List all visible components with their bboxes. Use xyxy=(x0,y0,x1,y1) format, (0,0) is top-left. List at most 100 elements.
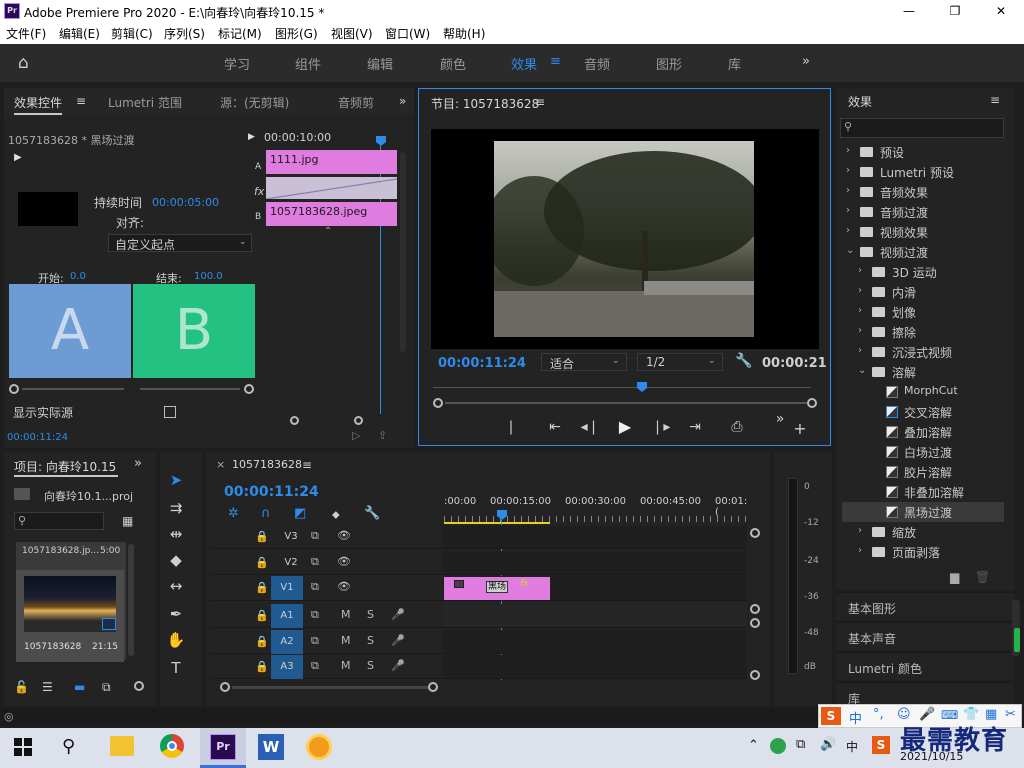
effects-tree-item[interactable]: › 音频效果 xyxy=(842,182,1004,202)
sync-lock-icon[interactable]: ⧉ xyxy=(311,529,319,543)
sync-lock-icon[interactable]: ⧉ xyxy=(311,580,319,594)
ec-scroll-handle-right[interactable] xyxy=(354,416,363,425)
chevron-right-icon[interactable]: › xyxy=(846,165,850,176)
chevron-right-icon[interactable]: › xyxy=(858,265,862,276)
chevron-down-icon[interactable]: ⌄ xyxy=(858,365,866,376)
windows-start-icon[interactable] xyxy=(14,738,32,756)
chevron-right-icon[interactable]: › xyxy=(846,225,850,236)
razor-tool-icon[interactable]: ◆ xyxy=(164,548,188,572)
program-current-time[interactable]: 00:00:11:24 xyxy=(438,356,526,371)
timeline-vscroll-handle-mid[interactable] xyxy=(750,604,760,614)
track-name[interactable]: V2 xyxy=(271,551,311,575)
microphone-icon[interactable]: 🎤 xyxy=(391,608,405,621)
solo-button[interactable]: S xyxy=(367,608,374,621)
mute-button[interactable]: M xyxy=(341,608,351,621)
effects-tree-item[interactable]: › 缩放 xyxy=(842,522,1004,542)
sync-lock-icon[interactable]: ⧉ xyxy=(311,555,319,569)
track-name[interactable]: A2 xyxy=(271,630,303,654)
timeline-vscroll-handle-top[interactable] xyxy=(750,528,760,538)
close-tab-icon[interactable]: × xyxy=(216,458,225,471)
effects-tree-item[interactable]: › 页面剥落 xyxy=(842,542,1004,562)
play-transition-icon[interactable]: ▶ xyxy=(14,152,22,163)
eye-icon[interactable]: 👁 xyxy=(337,529,351,542)
effects-tree-item[interactable]: 叠加溶解 xyxy=(842,422,1004,442)
new-bin-icon[interactable]: ▆ xyxy=(950,570,959,584)
workspace-color[interactable]: 颜色 xyxy=(440,54,466,73)
taskbar-search-icon[interactable]: ⚲ xyxy=(62,736,75,757)
lock-icon[interactable]: 🔓 xyxy=(14,680,29,694)
effects-menu-icon[interactable]: ≡ xyxy=(990,93,1000,107)
play-audio-icon[interactable]: ▷ xyxy=(352,429,360,442)
magnet-icon[interactable]: ∩ xyxy=(261,506,271,521)
marker-icon[interactable]: ⬥ xyxy=(332,508,340,522)
slip-tool-icon[interactable]: ↔ xyxy=(164,574,188,598)
sogou-icon[interactable]: S xyxy=(821,707,841,725)
freeform-view-icon[interactable]: ⧉ xyxy=(102,680,111,695)
show-actual-checkbox[interactable] xyxy=(164,406,176,418)
chevron-right-icon[interactable]: › xyxy=(858,285,862,296)
timeline-clip-v1[interactable]: 黑场 fx xyxy=(444,577,550,600)
track-content-area[interactable] xyxy=(443,525,747,548)
tab-effect-controls-menu-icon[interactable]: ≡ xyxy=(76,94,86,108)
list-view-icon[interactable]: ☰ xyxy=(42,680,53,694)
program-ruler[interactable] xyxy=(433,387,811,388)
effects-tree-item[interactable]: 白场过渡 xyxy=(842,442,1004,462)
tray-chevron-icon[interactable]: ⌃ xyxy=(748,738,759,753)
tray-sogou-icon[interactable]: S xyxy=(872,736,890,754)
close-button[interactable]: ✕ xyxy=(978,0,1024,22)
go-to-in-icon[interactable]: ⇤ xyxy=(544,415,566,439)
tray-ime[interactable]: 中 xyxy=(846,738,858,755)
workspace-graphics[interactable]: 图形 xyxy=(656,54,682,73)
workspace-effects[interactable]: 效果 xyxy=(511,54,537,73)
tab-source[interactable]: 源：(无剪辑) xyxy=(220,94,289,111)
menu-view[interactable]: 视图(V) xyxy=(331,25,373,42)
tray-network-icon[interactable]: ⧉ xyxy=(796,737,805,752)
icon-view-icon[interactable]: ▬ xyxy=(74,680,85,694)
program-playhead-icon[interactable] xyxy=(637,382,647,392)
ime-punct-icon[interactable]: °, xyxy=(873,707,884,722)
effects-tree-item[interactable]: › 沉浸式视频 xyxy=(842,342,1004,362)
track-lock-icon[interactable]: 🔒 xyxy=(255,609,269,622)
effects-tree-item[interactable]: › 3D 运动 xyxy=(842,262,1004,282)
section-lumetri-color[interactable]: Lumetri 颜色 xyxy=(836,652,1014,680)
track-name[interactable]: V3 xyxy=(271,525,311,549)
tray-volume-icon[interactable]: 🔊 xyxy=(820,737,836,752)
program-zoom-bar[interactable] xyxy=(445,402,807,404)
ripple-edit-tool-icon[interactable]: ⇹ xyxy=(164,522,188,546)
menu-sequence[interactable]: 序列(S) xyxy=(164,25,205,42)
effects-tree-item[interactable]: › 划像 xyxy=(842,302,1004,322)
project-title[interactable]: 项目: 向春玲10.15 xyxy=(14,458,118,477)
clip-b[interactable]: 1057183628.jpeg xyxy=(266,202,397,226)
new-bin-icon[interactable]: ▦ xyxy=(122,514,133,528)
tab-audio-mixer[interactable]: 音频剪 xyxy=(338,94,374,111)
track-content-area[interactable] xyxy=(443,655,747,678)
section-essential-sound[interactable]: 基本声音 xyxy=(836,622,1014,650)
word-icon[interactable]: W xyxy=(258,734,284,760)
workspace-libraries[interactable]: 库 xyxy=(728,54,741,73)
selection-tool-icon[interactable]: ➤ xyxy=(164,468,188,492)
project-thumbnail-card[interactable]: 1057183628 21:15 xyxy=(16,570,124,662)
hand-tool-icon[interactable]: ✋ xyxy=(164,628,188,652)
minimize-button[interactable]: — xyxy=(886,0,932,22)
fit-dropdown[interactable]: 适合 ⌄ xyxy=(541,353,627,371)
effects-tree-item[interactable]: ⌄ 视频过渡 xyxy=(842,242,1004,262)
timeline-hscroll-handle-right[interactable] xyxy=(428,682,438,692)
overflow-icon[interactable]: » xyxy=(769,407,791,431)
menu-marker[interactable]: 标记(M) xyxy=(218,25,262,42)
mark-out-icon[interactable]: ❘ xyxy=(500,415,522,439)
effects-tree-item[interactable]: › 擦除 xyxy=(842,322,1004,342)
step-forward-icon[interactable]: ❘▸ xyxy=(650,415,672,439)
track-content-area[interactable] xyxy=(443,551,747,574)
track-lock-icon[interactable]: 🔒 xyxy=(255,530,269,543)
program-zoom-handle-right[interactable] xyxy=(807,398,817,408)
delete-icon[interactable]: 🗑 xyxy=(975,570,990,584)
vertical-scrollbar[interactable] xyxy=(400,152,406,352)
mute-button[interactable]: M xyxy=(341,659,351,672)
program-menu-icon[interactable]: ≡ xyxy=(535,95,545,109)
file-explorer-icon[interactable] xyxy=(110,736,134,756)
transition-marker[interactable]: 黑场 xyxy=(486,581,508,593)
timeline-wrench-icon[interactable]: 🔧 xyxy=(364,506,380,521)
start-slider-track[interactable] xyxy=(22,388,124,390)
panel-overflow-icon[interactable]: » xyxy=(399,94,406,108)
chevron-right-icon[interactable]: › xyxy=(846,205,850,216)
